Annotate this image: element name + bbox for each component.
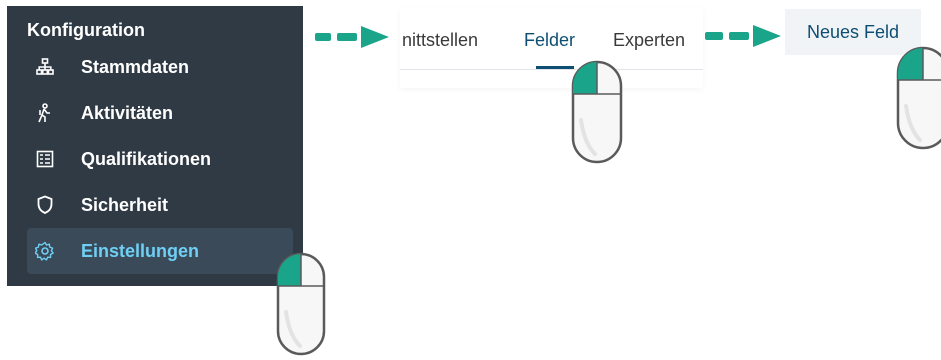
- sidebar-title: Konfiguration: [27, 20, 145, 40]
- tab-schnittstellen[interactable]: nittstellen: [402, 30, 478, 51]
- sidebar-item-label: Einstellungen: [81, 240, 200, 261]
- arrow-right-icon: [315, 26, 389, 48]
- gear-icon: [35, 241, 55, 261]
- sidebar-item-sicherheit[interactable]: Sicherheit: [27, 182, 293, 228]
- list-icon: [35, 149, 55, 169]
- tabs-divider: [400, 69, 703, 70]
- tabs-bar: nittstellen Felder Experten: [400, 8, 703, 88]
- sidebar-item-qualifikationen[interactable]: Qualifikationen: [27, 136, 293, 182]
- hiking-icon: [35, 103, 55, 123]
- arrow-right-icon: [705, 25, 781, 47]
- sidebar-item-label: Qualifikationen: [81, 148, 212, 169]
- sidebar-item-stammdaten[interactable]: Stammdaten: [27, 44, 293, 90]
- sidebar-item-label: Stammdaten: [81, 56, 190, 77]
- mouse-left-click-icon: [571, 60, 623, 164]
- mouse-left-click-icon: [276, 252, 326, 356]
- sitemap-icon: [35, 57, 55, 77]
- tab-experten[interactable]: Experten: [613, 30, 685, 51]
- sidebar: Konfiguration Stammdaten Aktivitäten Qua…: [7, 6, 303, 286]
- sidebar-item-label: Sicherheit: [81, 194, 169, 215]
- tab-felder[interactable]: Felder: [524, 30, 575, 51]
- sidebar-item-label: Aktivitäten: [81, 102, 174, 123]
- shield-icon: [35, 195, 55, 215]
- mouse-left-click-icon: [896, 46, 941, 150]
- sidebar-item-einstellungen[interactable]: Einstellungen: [27, 228, 293, 274]
- sidebar-item-aktivitaeten[interactable]: Aktivitäten: [27, 90, 293, 136]
